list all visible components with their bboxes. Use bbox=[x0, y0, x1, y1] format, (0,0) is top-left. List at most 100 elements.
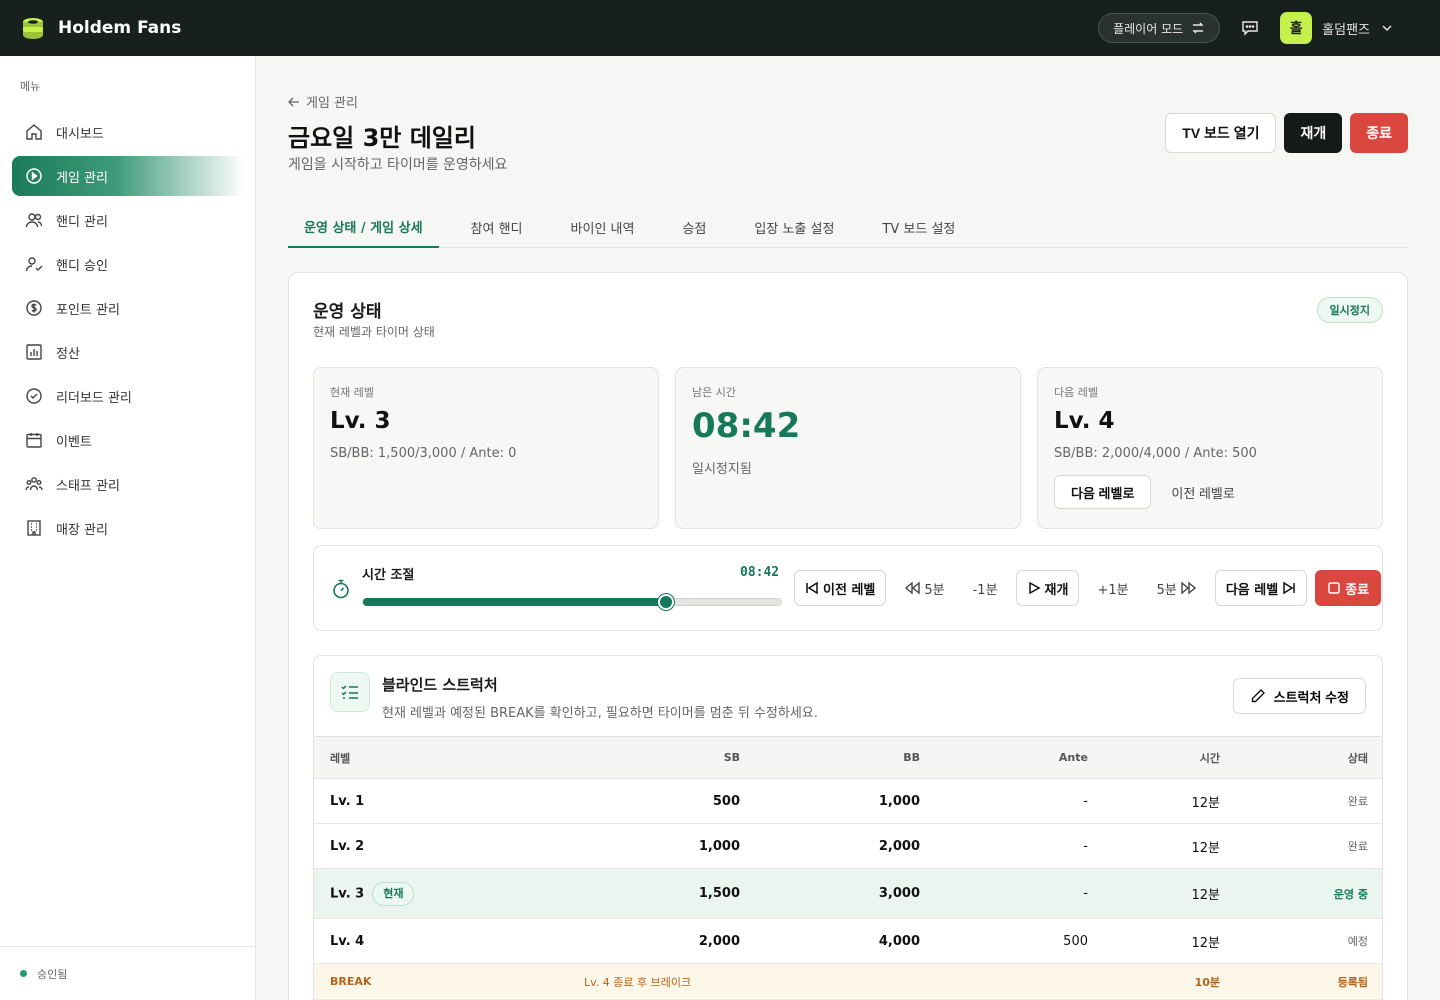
cell-level: Lv. 2 bbox=[314, 823, 584, 869]
blind-title: 블라인드 스트럭처 bbox=[382, 676, 498, 694]
resume-button[interactable]: 재개 bbox=[1284, 113, 1343, 153]
avatar: 홀 bbox=[1280, 12, 1313, 44]
col-status: 상태 bbox=[1220, 736, 1382, 779]
chevron-down-icon bbox=[1382, 25, 1392, 31]
sidebar-item-label: 스태프 관리 bbox=[56, 478, 120, 494]
cell-status: 예정 bbox=[1220, 918, 1382, 964]
cell-level: Lv. 1 bbox=[314, 778, 584, 824]
status-badge: 일시정지 bbox=[1316, 297, 1383, 323]
sidebar-item-label: 포인트 관리 bbox=[56, 302, 120, 318]
timer-icon bbox=[333, 579, 349, 599]
cell-break-time: 10분 bbox=[1088, 963, 1220, 1000]
cell-bb: 2,000 bbox=[740, 823, 920, 869]
back-link-label: 게임 관리 bbox=[306, 96, 358, 111]
current-badge: 현재 bbox=[372, 881, 415, 906]
cell-bb: 1,000 bbox=[740, 778, 920, 824]
menu-label: 메뉴 bbox=[20, 80, 41, 93]
users-icon bbox=[24, 210, 44, 230]
sidebar-item-points[interactable]: 포인트 관리 bbox=[12, 288, 244, 328]
sidebar-nav: 대시보드 게임 관리 핸디 관리 핸디 승인 포인트 관리 정산 리더보드 관리 bbox=[12, 112, 244, 552]
timer-resume-label: 재개 bbox=[1044, 582, 1069, 598]
time-control-label: 시간 조절 bbox=[362, 568, 415, 583]
next-level-btn-label: 다음 레벨 bbox=[1225, 582, 1279, 598]
sidebar-item-label: 이벤트 bbox=[56, 434, 92, 450]
minus-1min-button[interactable]: -1분 bbox=[963, 570, 1008, 606]
go-next-level-button[interactable]: 다음 레벨로 bbox=[1054, 475, 1152, 509]
table-row: Lv. 2 1,000 2,000 - 12분 완료 bbox=[314, 823, 1382, 869]
sidebar-item-label: 핸디 승인 bbox=[56, 258, 108, 274]
logo[interactable]: Holdem Fans bbox=[20, 15, 181, 41]
cell-time: 12분 bbox=[1088, 868, 1220, 919]
cell-level: Lv. 4 bbox=[314, 918, 584, 964]
next-level-value: Lv. 4 bbox=[1054, 408, 1115, 434]
check-circle-icon bbox=[24, 386, 44, 406]
cell-level-text: Lv. 3 bbox=[330, 886, 365, 901]
sidebar-item-leaderboard[interactable]: 리더보드 관리 bbox=[12, 376, 244, 416]
blind-structure: 블라인드 스트럭처 현재 레벨과 예정된 BREAK를 확인하고, 필요하면 타… bbox=[313, 655, 1383, 1000]
cell-break-note: Lv. 4 종료 후 브레이크 bbox=[584, 963, 1088, 1000]
tab-buyins[interactable]: 바이인 내역 bbox=[555, 206, 651, 248]
sidebar-item-label: 정산 bbox=[56, 346, 80, 362]
tab-status[interactable]: 운영 상태 / 게임 상세 bbox=[288, 206, 439, 248]
back-link[interactable]: 게임 관리 bbox=[288, 92, 358, 111]
sidebar-item-game-management[interactable]: 게임 관리 bbox=[12, 156, 244, 196]
prev-level-button[interactable]: 이전 레벨 bbox=[794, 570, 887, 606]
stop-icon bbox=[1328, 582, 1340, 594]
remaining-time-value: 08:42 bbox=[692, 406, 801, 446]
sidebar-item-settlement[interactable]: 정산 bbox=[12, 332, 244, 372]
tab-points[interactable]: 승점 bbox=[666, 206, 722, 248]
user-menu[interactable]: 홀 홀덤팬즈 bbox=[1280, 12, 1394, 44]
rewind-icon bbox=[905, 581, 921, 595]
time-slider-fill bbox=[363, 598, 667, 606]
open-tv-board-button[interactable]: TV 보드 열기 bbox=[1165, 113, 1277, 153]
sidebar-item-label: 게임 관리 bbox=[56, 170, 108, 186]
minus-5min-button[interactable]: 5분 bbox=[894, 570, 954, 606]
sidebar-item-store[interactable]: 매장 관리 bbox=[12, 508, 244, 548]
player-mode-button[interactable]: 플레이어 모드 bbox=[1098, 13, 1221, 43]
tab-tv-board-settings[interactable]: TV 보드 설정 bbox=[866, 206, 971, 248]
current-level-detail: SB/BB: 1,500/3,000 / Ante: 0 bbox=[330, 446, 517, 461]
current-level-card: 현재 레벨 Lv. 3 SB/BB: 1,500/3,000 / Ante: 0 bbox=[313, 367, 659, 529]
plus-1min-button[interactable]: +1분 bbox=[1087, 570, 1138, 606]
next-level-label: 다음 레벨 bbox=[1054, 386, 1098, 399]
checklist-icon bbox=[330, 672, 370, 712]
col-level: 레벨 bbox=[314, 736, 584, 779]
timer-controls: 이전 레벨 5분 -1분 재개 +1분 5분 다음 레벨 종료 bbox=[794, 570, 1382, 606]
time-slider[interactable] bbox=[362, 594, 782, 610]
blind-subtitle: 현재 레벨과 예정된 BREAK를 확인하고, 필요하면 타이머를 멈춘 뒤 수… bbox=[382, 706, 818, 721]
col-time: 시간 bbox=[1088, 736, 1220, 779]
timer-end-button[interactable]: 종료 bbox=[1315, 570, 1382, 606]
minus-5min-label: 5분 bbox=[924, 582, 945, 598]
player-mode-label: 플레이어 모드 bbox=[1113, 21, 1184, 36]
tab-entry-display[interactable]: 입장 노출 설정 bbox=[738, 206, 850, 248]
play-icon bbox=[1028, 581, 1041, 595]
end-game-button[interactable]: 종료 bbox=[1350, 113, 1408, 153]
chat-icon[interactable] bbox=[1240, 18, 1260, 38]
cell-time: 12분 bbox=[1088, 823, 1220, 869]
cell-ante: 500 bbox=[920, 918, 1088, 964]
level-cards: 현재 레벨 Lv. 3 SB/BB: 1,500/3,000 / Ante: 0… bbox=[313, 367, 1383, 529]
sidebar-item-handy-approval[interactable]: 핸디 승인 bbox=[12, 244, 244, 284]
sidebar: 메뉴 대시보드 게임 관리 핸디 관리 핸디 승인 포인트 관리 정산 리더보드 bbox=[0, 56, 256, 1000]
approval-status-label: 승인됨 bbox=[37, 967, 68, 981]
timer-resume-button[interactable]: 재개 bbox=[1015, 570, 1080, 606]
approval-status: 승인됨 bbox=[0, 946, 255, 1000]
play-circle-icon bbox=[24, 166, 44, 186]
sidebar-item-handy-management[interactable]: 핸디 관리 bbox=[12, 200, 244, 240]
tab-participants[interactable]: 참여 핸디 bbox=[455, 206, 539, 248]
cell-status: 운영 중 bbox=[1220, 868, 1382, 919]
next-level-button[interactable]: 다음 레벨 bbox=[1214, 570, 1308, 606]
page-subtitle: 게임을 시작하고 타이머를 운영하세요 bbox=[288, 157, 508, 173]
plus-5min-button[interactable]: 5분 bbox=[1147, 570, 1207, 606]
time-slider-thumb[interactable] bbox=[658, 594, 675, 610]
sidebar-item-staff[interactable]: 스태프 관리 bbox=[12, 464, 244, 504]
edit-structure-button[interactable]: 스트럭처 수정 bbox=[1232, 678, 1366, 714]
user-name: 홀덤팬즈 bbox=[1322, 22, 1370, 38]
sidebar-item-events[interactable]: 이벤트 bbox=[12, 420, 244, 460]
go-prev-level-button[interactable]: 이전 레벨로 bbox=[1155, 475, 1250, 509]
cell-bb: 4,000 bbox=[740, 918, 920, 964]
bar-chart-icon bbox=[24, 342, 44, 362]
col-sb: SB bbox=[584, 736, 740, 779]
sidebar-item-label: 핸디 관리 bbox=[56, 214, 108, 230]
sidebar-item-dashboard[interactable]: 대시보드 bbox=[12, 112, 244, 152]
